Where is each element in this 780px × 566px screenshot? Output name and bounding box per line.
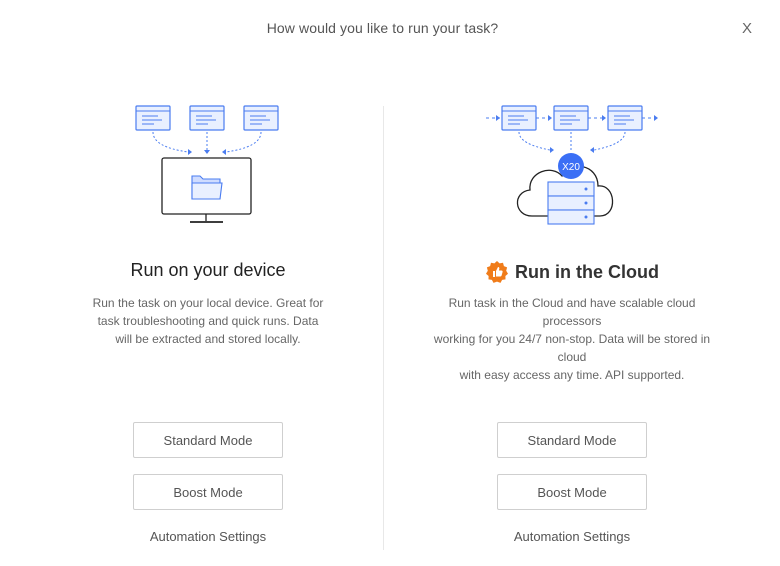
local-standard-mode-button[interactable]: Standard Mode [133,422,283,458]
cloud-option-description: Run task in the Cloud and have scalable … [422,294,722,384]
cloud-option-title-text: Run in the Cloud [515,261,659,282]
desc-line: Run the task on your local device. Great… [92,296,324,310]
local-option-description: Run the task on your local device. Great… [58,294,358,348]
desc-line: task troubleshooting and quick runs. Dat… [97,314,319,328]
thumbs-up-icon [486,261,508,283]
multiplier-badge: X20 [562,162,580,173]
cloud-boost-mode-button[interactable]: Boost Mode [497,474,647,510]
local-boost-mode-button[interactable]: Boost Mode [133,474,283,510]
cloud-option: X20 Run in the Cloud Run task in the Clo… [422,0,722,566]
local-option-title: Run on your device [130,260,286,280]
local-device-illustration [135,105,279,223]
close-icon[interactable]: X [735,16,759,40]
doc-window-icon [135,105,279,131]
cloud-automation-settings-link[interactable]: Automation Settings [422,529,722,544]
desc-line: Run task in the Cloud and have scalable … [448,296,696,328]
cloud-option-title: Run in the Cloud [422,260,722,284]
desc-line: with easy access any time. API supported… [459,368,685,382]
desc-line: working for you 24/7 non-stop. Data will… [433,332,711,364]
run-task-dialog: How would you like to run your task? X R… [0,0,780,566]
local-automation-settings-link[interactable]: Automation Settings [58,529,358,544]
column-divider [383,106,384,550]
doc-window-icon [501,105,643,131]
cloud-standard-mode-button[interactable]: Standard Mode [497,422,647,458]
cloud-illustration: X20 [486,105,658,225]
folder-icon [191,175,223,200]
local-option: Run on your device Run the task on your … [58,0,358,566]
desc-line: will be extracted and stored locally. [115,332,301,346]
